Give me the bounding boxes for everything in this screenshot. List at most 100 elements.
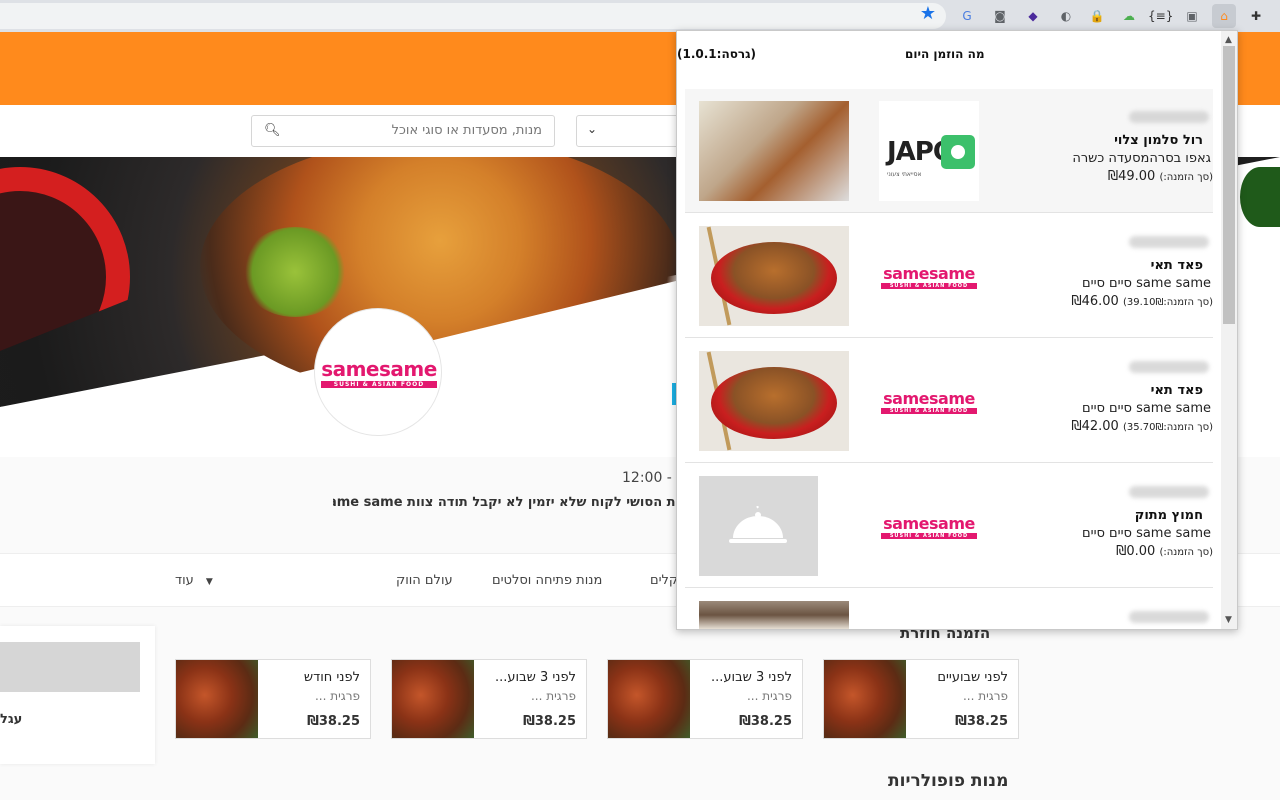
restaurant-logo: samesame SUSHI & ASIAN FOOD <box>314 308 442 436</box>
dish-thumbnail <box>392 660 474 738</box>
json-icon[interactable]: {≡} <box>1148 4 1173 28</box>
entry-restaurant: same same סיים סיים <box>1082 276 1211 291</box>
order-price: ₪38.25 <box>955 714 1008 729</box>
dish-photo <box>699 351 849 451</box>
chevron-down-icon: ⌄ <box>587 122 598 136</box>
order-entry[interactable]: samesame SUSHI & ASIAN FOOD חמוץ מתוק sa… <box>685 464 1213 588</box>
bowl <box>711 367 837 439</box>
search-icon: 🔍︎ <box>264 123 281 138</box>
search-input[interactable]: מנות, מסעדות או סוגי אוכל 🔍︎ <box>251 115 555 147</box>
entry-price: (סך הזמנה:) ₪0.00 <box>1116 544 1213 559</box>
scroll-up-icon[interactable]: ▲ <box>1225 35 1232 45</box>
order-card[interactable]: לפני שבועיים פרגית ... ₪38.25 <box>823 659 1019 739</box>
entry-order-total: (סך הזמנה:) <box>1159 172 1213 183</box>
dish-photo <box>699 101 849 201</box>
entry-price: (סך הזמנה:) ₪49.00 <box>1108 169 1213 184</box>
moon-icon[interactable]: ◐ <box>1054 4 1078 28</box>
samesame-logo: samesame SUSHI & ASIAN FOOD <box>879 351 979 451</box>
cart-panel: עגל <box>0 626 155 764</box>
samesame-logo: samesame SUSHI & ASIAN FOOD <box>879 476 979 576</box>
order-entry[interactable] <box>685 589 1213 629</box>
japo-tagline: אסייאתי צעוני <box>887 171 922 178</box>
orange-house-icon[interactable]: ⌂ <box>1212 4 1236 28</box>
broccoli <box>240 227 350 317</box>
cart-text: עגל <box>0 712 23 727</box>
window-icon[interactable]: ▣ <box>1180 4 1204 28</box>
dish-photo <box>699 226 849 326</box>
order-price: ₪38.25 <box>307 714 360 729</box>
entry-dish: רול סלמון צלוי <box>1114 133 1203 148</box>
scroll-thumb[interactable] <box>1223 46 1235 324</box>
popup-title: מה הוזמן היום <box>905 47 985 61</box>
dropdown-arrow-icon: ▼ <box>205 577 213 587</box>
order-time: לפני שבועיים <box>937 670 1008 685</box>
translate-icon[interactable]: G <box>955 4 979 28</box>
category-label: עוד <box>175 573 194 588</box>
greens <box>1240 167 1280 227</box>
dish-thumbnail <box>824 660 906 738</box>
samesame-wordmark: samesame SUSHI & ASIAN FOOD <box>881 514 977 539</box>
entry-dish: פאד תאי <box>1150 383 1203 398</box>
entry-price: (סך הזמנה:35.70₪) ₪42.00 <box>1071 419 1213 434</box>
order-entry[interactable]: JAPO אסייאתי צעוני רול סלמון צלוי גאפו ב… <box>685 89 1213 213</box>
blurred-customer-name <box>1129 611 1209 623</box>
entry-order-total: (סך הזמנה:) <box>1159 547 1213 558</box>
dish-photo <box>699 601 849 629</box>
order-card[interactable]: לפני 3 שבוע... פרגית ... ₪38.25 <box>391 659 587 739</box>
cloche-icon <box>729 506 787 543</box>
purple-cube-icon[interactable]: ◆ <box>1021 4 1045 28</box>
samesame-logo: samesame SUSHI & ASIAN FOOD <box>879 226 979 326</box>
entry-dish: פאד תאי <box>1150 258 1203 273</box>
entry-price-value: ₪49.00 <box>1107 169 1156 184</box>
bookmark-star-icon[interactable]: ★ <box>918 4 938 24</box>
popup-scrollbar[interactable]: ▲ ▼ <box>1221 31 1237 629</box>
order-time: לפני חודש <box>303 670 360 685</box>
entry-order-total: (סך הזמנה:39.10₪) <box>1122 297 1213 308</box>
cart-placeholder <box>0 642 140 692</box>
order-dish: פרגית ... <box>314 689 360 703</box>
order-dish: פרגית ... <box>530 689 576 703</box>
order-time: לפני 3 שבוע... <box>495 670 576 685</box>
dish-thumbnail <box>608 660 690 738</box>
puzzle-icon[interactable]: ✚ <box>1244 4 1268 28</box>
category-light[interactable]: קלים <box>650 573 678 588</box>
entry-restaurant: same same סיים סיים <box>1082 526 1211 541</box>
entry-price-value: ₪46.00 <box>1071 294 1119 309</box>
blurred-customer-name <box>1129 361 1209 373</box>
extension-popup: (גרסה:1.0.1) מה הוזמן היום JAPO אסייאתי … <box>676 30 1238 630</box>
dish-thumbnail <box>176 660 258 738</box>
mask-icon[interactable]: ◙ <box>988 4 1012 28</box>
order-price: ₪38.25 <box>739 714 792 729</box>
order-dish: פרגית ... <box>746 689 792 703</box>
order-time: לפני 3 שבוע... <box>711 670 792 685</box>
entry-restaurant: same same סיים סיים <box>1082 401 1211 416</box>
category-wok[interactable]: עולם הווק <box>396 573 453 588</box>
lock-icon[interactable]: 🔒 <box>1085 4 1109 28</box>
entry-restaurant: גאפו בסרהמסעדה כשרה <box>1072 151 1211 166</box>
samesame-wordmark: samesame SUSHI & ASIAN FOOD <box>881 264 977 289</box>
samesame-logo: samesame SUSHI & ASIAN FOOD <box>321 357 437 388</box>
entry-order-total: (סך הזמנה:35.70₪) <box>1122 422 1213 433</box>
cloud-icon[interactable]: ☁ <box>1117 4 1141 28</box>
category-starters[interactable]: מנות פתיחה וסלטים <box>492 573 602 588</box>
entry-dish: חמוץ מתוק <box>1134 508 1203 523</box>
address-bar[interactable] <box>0 3 946 29</box>
order-entry[interactable]: samesame SUSHI & ASIAN FOOD פאד תאי same… <box>685 214 1213 338</box>
category-more[interactable]: ▼ עוד <box>175 573 213 588</box>
popup-version: (גרסה:1.0.1) <box>677 47 756 61</box>
order-card[interactable]: לפני חודש פרגית ... ₪38.25 <box>175 659 371 739</box>
japo-logo: JAPO אסייאתי צעוני <box>879 101 979 201</box>
city-select[interactable]: ⌄ <box>576 115 680 147</box>
order-price: ₪38.25 <box>523 714 576 729</box>
entry-price-value: ₪0.00 <box>1116 544 1156 559</box>
popular-dishes-title: מנות פופולריות <box>888 771 1009 791</box>
scroll-down-icon[interactable]: ▼ <box>1225 615 1232 625</box>
entry-price: (סך הזמנה:39.10₪) ₪46.00 <box>1071 294 1213 309</box>
bowl <box>711 242 837 314</box>
blurred-customer-name <box>1129 111 1209 123</box>
samesame-wordmark: samesame SUSHI & ASIAN FOOD <box>881 389 977 414</box>
order-entry[interactable]: samesame SUSHI & ASIAN FOOD פאד תאי same… <box>685 339 1213 463</box>
order-card[interactable]: לפני 3 שבוע... פרגית ... ₪38.25 <box>607 659 803 739</box>
dish-photo-placeholder <box>699 476 818 576</box>
blurred-customer-name <box>1129 486 1209 498</box>
